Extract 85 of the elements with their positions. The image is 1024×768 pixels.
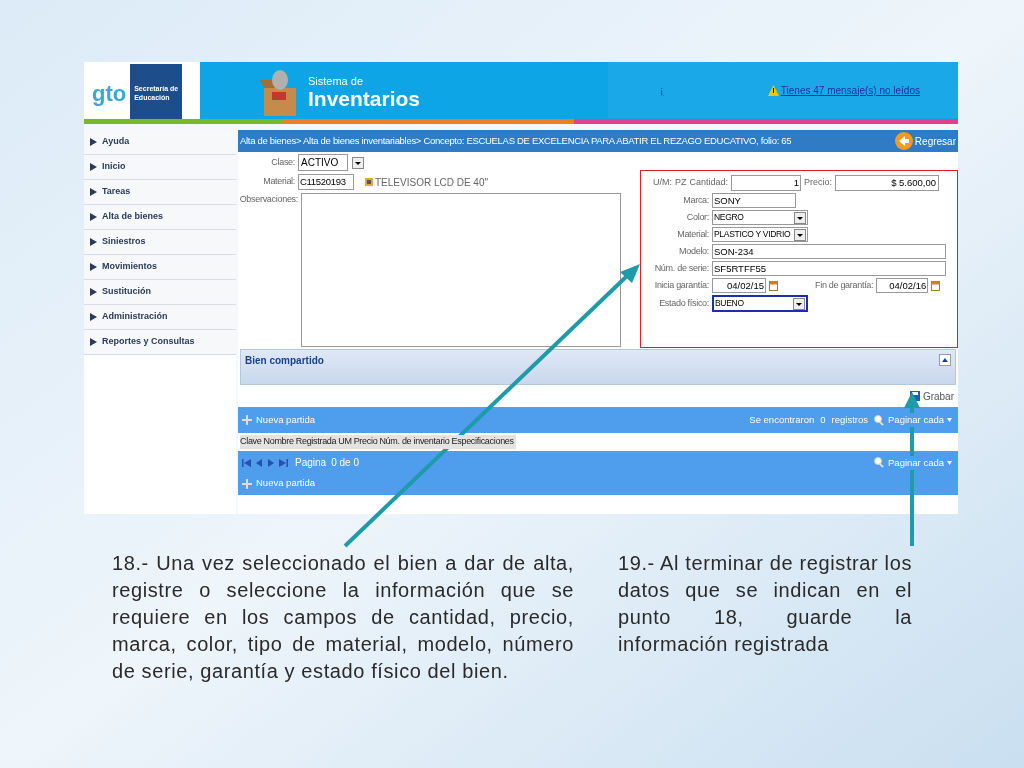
- triangle-icon: [90, 188, 97, 196]
- triangle-icon: [90, 163, 97, 171]
- select-field[interactable]: BUENO: [712, 295, 808, 313]
- dropdown-icon: [352, 156, 364, 169]
- sidebar-item[interactable]: Movimientos: [84, 255, 236, 280]
- column-header[interactable]: Núm. de inventario: [379, 435, 452, 449]
- column-header[interactable]: Especificaciones: [451, 435, 516, 449]
- panel-title: Bien compartido: [245, 353, 324, 368]
- field-label: Precio:: [804, 176, 833, 190]
- quantity-field[interactable]: 1: [731, 175, 802, 192]
- triangle-icon: [90, 338, 97, 346]
- text-field[interactable]: SON-234: [712, 244, 946, 260]
- pager-arrows-icon[interactable]: [242, 457, 290, 468]
- sidebar-item[interactable]: Tareas: [84, 180, 236, 205]
- field-label: U/M:: [653, 176, 672, 190]
- plus-icon: [242, 415, 252, 425]
- select-field[interactable]: NEGRO: [712, 210, 808, 226]
- field-label: Cantidad:: [689, 176, 729, 190]
- plus-icon: [242, 478, 252, 489]
- dropdown-icon: [794, 211, 806, 224]
- sidebar-item[interactable]: Reportes y Consultas: [84, 330, 236, 355]
- collapse-button[interactable]: [939, 354, 951, 366]
- column-header[interactable]: Precio: [353, 435, 380, 449]
- column-header[interactable]: Registrada: [295, 435, 339, 449]
- triangle-icon: [90, 213, 97, 221]
- field-label: Fin de garantía:: [815, 279, 874, 292]
- found-unit: registros: [831, 412, 868, 427]
- date-field[interactable]: 04/02/15: [712, 278, 766, 294]
- um-value: PZ: [675, 176, 687, 190]
- triangle-icon: [90, 288, 97, 296]
- triangle-icon: [90, 238, 97, 246]
- pager-label: Pagina: [295, 456, 327, 471]
- column-header[interactable]: UM: [338, 435, 354, 449]
- search-icon: [874, 414, 885, 426]
- field-label: Clase:: [270, 155, 295, 169]
- field-label: Observaciones:: [238, 193, 298, 207]
- caret-down-icon: [947, 460, 952, 465]
- breadcrumb: Alta de bienes> Alta de bienes inventariables> Concepto: ESCUELAS DE EXCELENCIA PARA ABATIR EL REZAGO EDUCATIVO, folio: 65: [240, 133, 792, 148]
- select-field[interactable]: PLASTICO Y VIDRIO: [712, 227, 808, 243]
- header-link[interactable]: ¡: [660, 82, 664, 98]
- field-label: Marca:: [682, 194, 709, 207]
- triangle-icon: [90, 263, 97, 271]
- caret-up-icon: [942, 358, 948, 362]
- caret-down-icon: [947, 418, 952, 422]
- field-label: Estado físico:: [658, 297, 709, 310]
- price-field[interactable]: $ 5.600,00: [835, 175, 940, 192]
- dropdown-icon: [794, 228, 806, 241]
- triangle-icon: [90, 313, 97, 321]
- system-name: Inventarios: [308, 87, 421, 111]
- sidebar-item[interactable]: Inicio: [84, 155, 236, 180]
- instruction-text: 19.- Al terminar de registrar los datos que se indican en el punto 18, guarde la información registrada: [618, 551, 912, 657]
- dropdown-icon: [793, 297, 805, 310]
- messages-link[interactable]: Tienes 47 mensaje(s) no leídos: [780, 82, 920, 98]
- item-icon: [365, 178, 373, 187]
- text-field[interactable]: SONY: [712, 193, 796, 209]
- found-label: Se encontraron: [749, 412, 815, 427]
- field-label: Modelo:: [678, 245, 709, 258]
- back-button[interactable]: Regresar: [894, 132, 956, 150]
- sidebar-item[interactable]: Siniestros: [84, 230, 236, 255]
- sidebar-item[interactable]: Sustitución: [84, 280, 236, 305]
- calendar-icon[interactable]: [931, 280, 941, 292]
- pager-value: 0 de 0: [331, 456, 359, 471]
- observaciones-field[interactable]: [301, 193, 621, 348]
- field-label: Material:: [262, 175, 295, 189]
- found-count: 0: [820, 412, 826, 427]
- field-label: Material:: [676, 228, 709, 241]
- field-label: Color:: [685, 211, 709, 224]
- search-icon: [874, 457, 885, 469]
- sidebar-item[interactable]: Alta de bienes: [84, 205, 236, 230]
- system-title: Sistema de: [308, 75, 365, 87]
- instruction-text: 18.- Una vez seleccionado el bien a dar de alta, registre o seleccione la información que se requiere en los campos de cantidad, precio, marca, color, tipo de material, modelo, número de serie, garantía y estado físico del bien.: [112, 551, 574, 684]
- column-header[interactable]: Clave: [240, 435, 264, 449]
- column-header[interactable]: Nombre: [263, 435, 296, 449]
- warning-icon: [767, 84, 779, 96]
- field-label: Núm. de serie:: [653, 262, 709, 275]
- material-code-field[interactable]: C11520193: [298, 174, 354, 191]
- date-field[interactable]: 04/02/16: [876, 278, 929, 294]
- sidebar-item[interactable]: Ayuda: [84, 130, 236, 155]
- calendar-icon[interactable]: [769, 280, 778, 292]
- material-description: TELEVISOR LCD DE 40": [375, 175, 489, 190]
- text-field[interactable]: SF5RTFF55: [712, 261, 946, 277]
- sidebar-item[interactable]: Administración: [84, 305, 236, 330]
- triangle-icon: [90, 138, 97, 146]
- logo-text: gto: [92, 79, 127, 108]
- field-label: Inicia garantía:: [653, 279, 709, 292]
